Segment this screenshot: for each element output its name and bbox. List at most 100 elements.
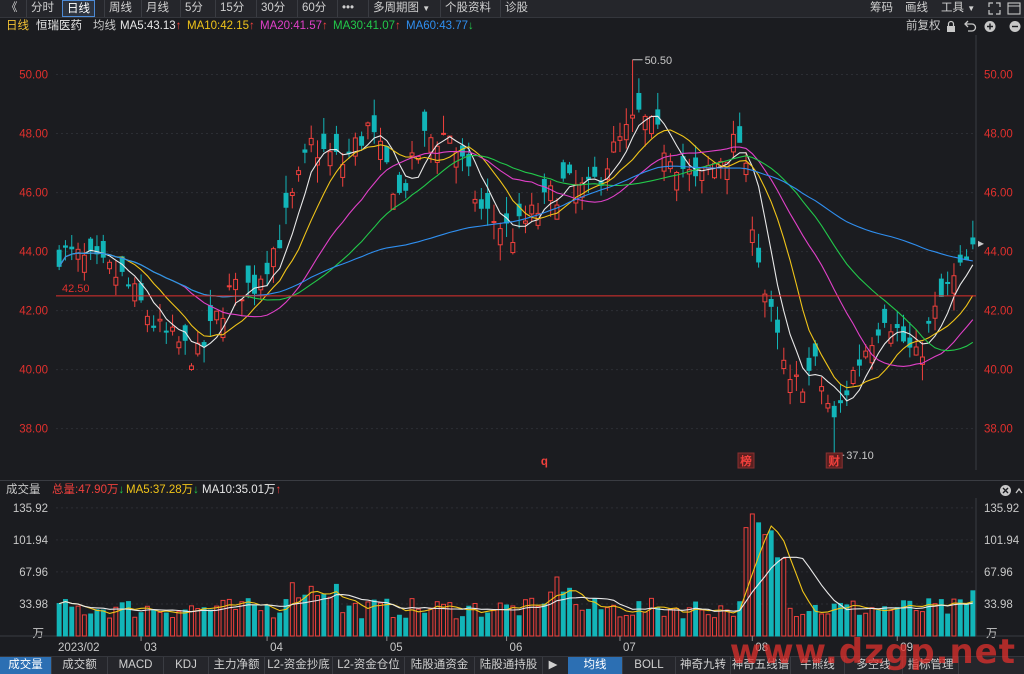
zoom-out-icon[interactable]: [1009, 21, 1021, 32]
candlestick-chart[interactable]: 38.00 38.00 40.00 40.00 42.00 42.00 44.00 44.00…: [0, 35, 1024, 480]
candle[interactable]: [176, 336, 182, 355]
candle[interactable]: [113, 260, 119, 296]
volume-bar[interactable]: [289, 582, 295, 637]
volume-bar[interactable]: [478, 616, 484, 637]
candle[interactable]: [636, 78, 642, 113]
candle[interactable]: [762, 289, 768, 318]
candle[interactable]: [75, 242, 81, 272]
candle[interactable]: [875, 322, 881, 344]
tools-button[interactable]: 工具 ▼: [937, 0, 979, 17]
volume-bar[interactable]: [321, 594, 327, 637]
volume-bar[interactable]: [447, 602, 453, 637]
volume-bar[interactable]: [75, 605, 81, 637]
volume-bar[interactable]: [100, 609, 106, 637]
volume-bar[interactable]: [403, 617, 409, 637]
tab-intraday[interactable]: 分时: [26, 0, 58, 17]
volume-bar[interactable]: [516, 615, 522, 637]
volume-bar[interactable]: [340, 612, 346, 637]
volume-bar[interactable]: [415, 608, 421, 637]
candle[interactable]: [737, 112, 743, 143]
candle[interactable]: [359, 131, 365, 150]
volume-bar[interactable]: [69, 606, 75, 637]
candle[interactable]: [214, 310, 220, 325]
volume-bar[interactable]: [233, 608, 239, 637]
volume-bar[interactable]: [623, 614, 629, 637]
candle[interactable]: [346, 138, 352, 159]
candle[interactable]: [233, 272, 239, 306]
tab-60min[interactable]: 60分: [297, 0, 330, 17]
volume-bar[interactable]: [119, 602, 125, 637]
candle[interactable]: [611, 125, 617, 153]
volume-bar[interactable]: [62, 599, 68, 637]
candle[interactable]: [491, 204, 497, 240]
volume-bar[interactable]: [485, 612, 491, 637]
candle[interactable]: [800, 388, 806, 403]
volume-bar[interactable]: [970, 590, 976, 637]
volume-bar[interactable]: [957, 599, 963, 637]
volume-bar[interactable]: [157, 611, 163, 637]
volume-bar[interactable]: [573, 604, 579, 637]
candle[interactable]: [163, 322, 169, 344]
candle[interactable]: [189, 363, 194, 371]
candle[interactable]: [938, 273, 944, 297]
volume-bar[interactable]: [617, 616, 623, 637]
candle[interactable]: [132, 277, 138, 307]
candle[interactable]: [888, 324, 894, 347]
volume-bar[interactable]: [270, 617, 276, 637]
volume-bar[interactable]: [649, 597, 654, 637]
scroll-right-icon[interactable]: ▶: [543, 657, 563, 674]
tab-30min[interactable]: 30分: [256, 0, 289, 17]
volume-bar[interactable]: [466, 605, 472, 637]
volume-bar[interactable]: [201, 607, 207, 637]
bottom-tab-6[interactable]: L2-资金仓位: [333, 657, 405, 674]
candle[interactable]: [573, 170, 579, 214]
volume-bar[interactable]: [611, 604, 617, 637]
candle[interactable]: [94, 235, 100, 265]
candle[interactable]: [856, 344, 862, 377]
candle[interactable]: [661, 144, 667, 182]
volume-bar[interactable]: [554, 576, 560, 637]
volume-bar[interactable]: [189, 605, 194, 637]
volume-bar[interactable]: [359, 618, 365, 637]
candle[interactable]: [882, 304, 888, 328]
volume-bar[interactable]: [88, 613, 94, 637]
volume-bar[interactable]: [491, 610, 497, 637]
candle[interactable]: [825, 394, 831, 413]
candle[interactable]: [107, 259, 113, 275]
restore-icon[interactable]: [988, 2, 1001, 15]
candle[interactable]: [384, 145, 390, 165]
candle[interactable]: [340, 152, 346, 187]
candle[interactable]: [919, 341, 925, 381]
candle[interactable]: [649, 115, 654, 139]
tab-monthly[interactable]: 月线: [141, 0, 173, 17]
candle[interactable]: [787, 364, 793, 405]
volume-bar[interactable]: [94, 609, 100, 637]
volume-bar[interactable]: [258, 610, 264, 637]
candle[interactable]: [151, 315, 157, 332]
candle[interactable]: [378, 127, 383, 171]
candle[interactable]: [264, 250, 270, 287]
tab-5min[interactable]: 5分: [180, 0, 207, 17]
volume-bar[interactable]: [327, 596, 333, 637]
volume-bar[interactable]: [768, 530, 774, 637]
volume-bar[interactable]: [132, 616, 138, 637]
volume-bar[interactable]: [459, 616, 465, 637]
candle[interactable]: [327, 142, 333, 176]
candle[interactable]: [819, 377, 825, 405]
candle[interactable]: [951, 263, 957, 311]
volume-bar[interactable]: [699, 609, 705, 637]
candle[interactable]: [365, 121, 371, 140]
candle[interactable]: [567, 161, 573, 175]
tab-weekly[interactable]: 周线: [104, 0, 136, 17]
volume-bar[interactable]: [409, 598, 415, 637]
volume-bar[interactable]: [529, 597, 535, 637]
volume-bar[interactable]: [586, 608, 591, 637]
candle[interactable]: [390, 192, 396, 210]
candle[interactable]: [623, 108, 629, 149]
undo-icon[interactable]: [964, 20, 977, 32]
candle[interactable]: [535, 202, 541, 230]
bottom-tab-3[interactable]: KDJ: [164, 657, 209, 674]
volume-bar[interactable]: [453, 618, 459, 637]
candle[interactable]: [396, 171, 402, 195]
candle[interactable]: [768, 290, 774, 322]
